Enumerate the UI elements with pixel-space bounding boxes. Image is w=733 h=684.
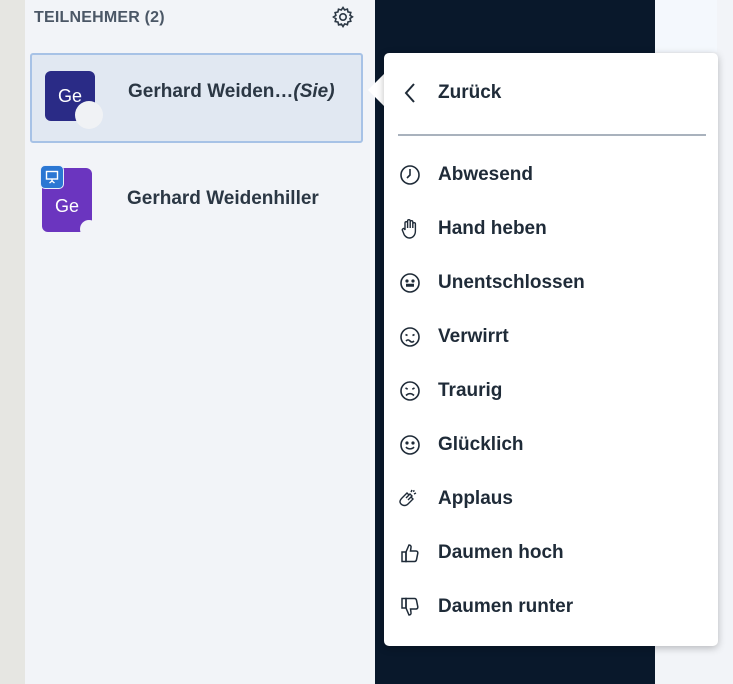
status-label: Traurig	[438, 380, 503, 401]
back-label: Zurück	[438, 82, 502, 103]
status-item-hand-heben[interactable]: Hand heben	[398, 214, 547, 244]
you-tag: (Sie)	[293, 81, 335, 102]
participant-name: Gerhard Weidenhiller	[127, 188, 319, 209]
participant-name-text: Gerhard Weiden…	[128, 81, 294, 102]
sad-face-icon	[398, 379, 422, 403]
confused-face-icon	[398, 325, 422, 349]
participant-row-self[interactable]: Ge Gerhard Weiden…(Sie)	[30, 53, 363, 143]
status-label: Daumen hoch	[438, 542, 564, 563]
chevron-left-icon	[398, 81, 422, 105]
status-label: Daumen runter	[438, 596, 574, 617]
happy-face-icon	[398, 433, 422, 457]
status-menu: Zurück Abwesend Hand heben Unentschlosse…	[384, 53, 718, 646]
participants-panel: TEILNEHMER (2) Ge Gerhard Weiden…(Sie) G…	[25, 0, 376, 684]
hand-icon	[398, 217, 422, 241]
thumbs-up-icon	[398, 541, 422, 565]
status-item-applaus[interactable]: Applaus	[398, 484, 513, 514]
participant-row[interactable]: Ge Gerhard Weidenhiller	[30, 160, 363, 238]
status-label: Abwesend	[438, 164, 534, 185]
right-panel-top	[655, 0, 717, 52]
applause-icon	[398, 487, 422, 511]
thumbs-down-icon	[398, 595, 422, 619]
menu-divider	[398, 134, 706, 136]
status-label: Glücklich	[438, 434, 524, 455]
back-button[interactable]: Zurück	[398, 78, 501, 108]
avatar-initials: Ge	[57, 85, 82, 106]
status-item-verwirrt[interactable]: Verwirrt	[398, 322, 509, 352]
avatar-cutout	[80, 220, 98, 238]
clock-icon	[398, 163, 422, 187]
participant-name: Gerhard Weiden…(Sie)	[128, 81, 335, 103]
participants-header: TEILNEHMER (2)	[34, 9, 165, 26]
presentation-icon	[40, 165, 64, 189]
avatar[interactable]: Ge	[45, 71, 103, 129]
status-indicator	[75, 101, 103, 129]
neutral-face-icon	[398, 271, 422, 295]
status-label: Unentschlossen	[438, 272, 585, 293]
status-item-unentschlossen[interactable]: Unentschlossen	[398, 268, 585, 298]
status-item-traurig[interactable]: Traurig	[398, 376, 502, 406]
gear-icon[interactable]	[331, 5, 355, 29]
status-item-daumen-runter[interactable]: Daumen runter	[398, 592, 573, 622]
status-item-abwesend[interactable]: Abwesend	[398, 160, 533, 190]
avatar-initials: Ge	[54, 195, 79, 216]
status-label: Verwirrt	[438, 326, 509, 347]
status-item-daumen-hoch[interactable]: Daumen hoch	[398, 538, 564, 568]
status-label: Hand heben	[438, 218, 547, 239]
status-item-gluecklich[interactable]: Glücklich	[398, 430, 524, 460]
status-label: Applaus	[438, 488, 513, 509]
